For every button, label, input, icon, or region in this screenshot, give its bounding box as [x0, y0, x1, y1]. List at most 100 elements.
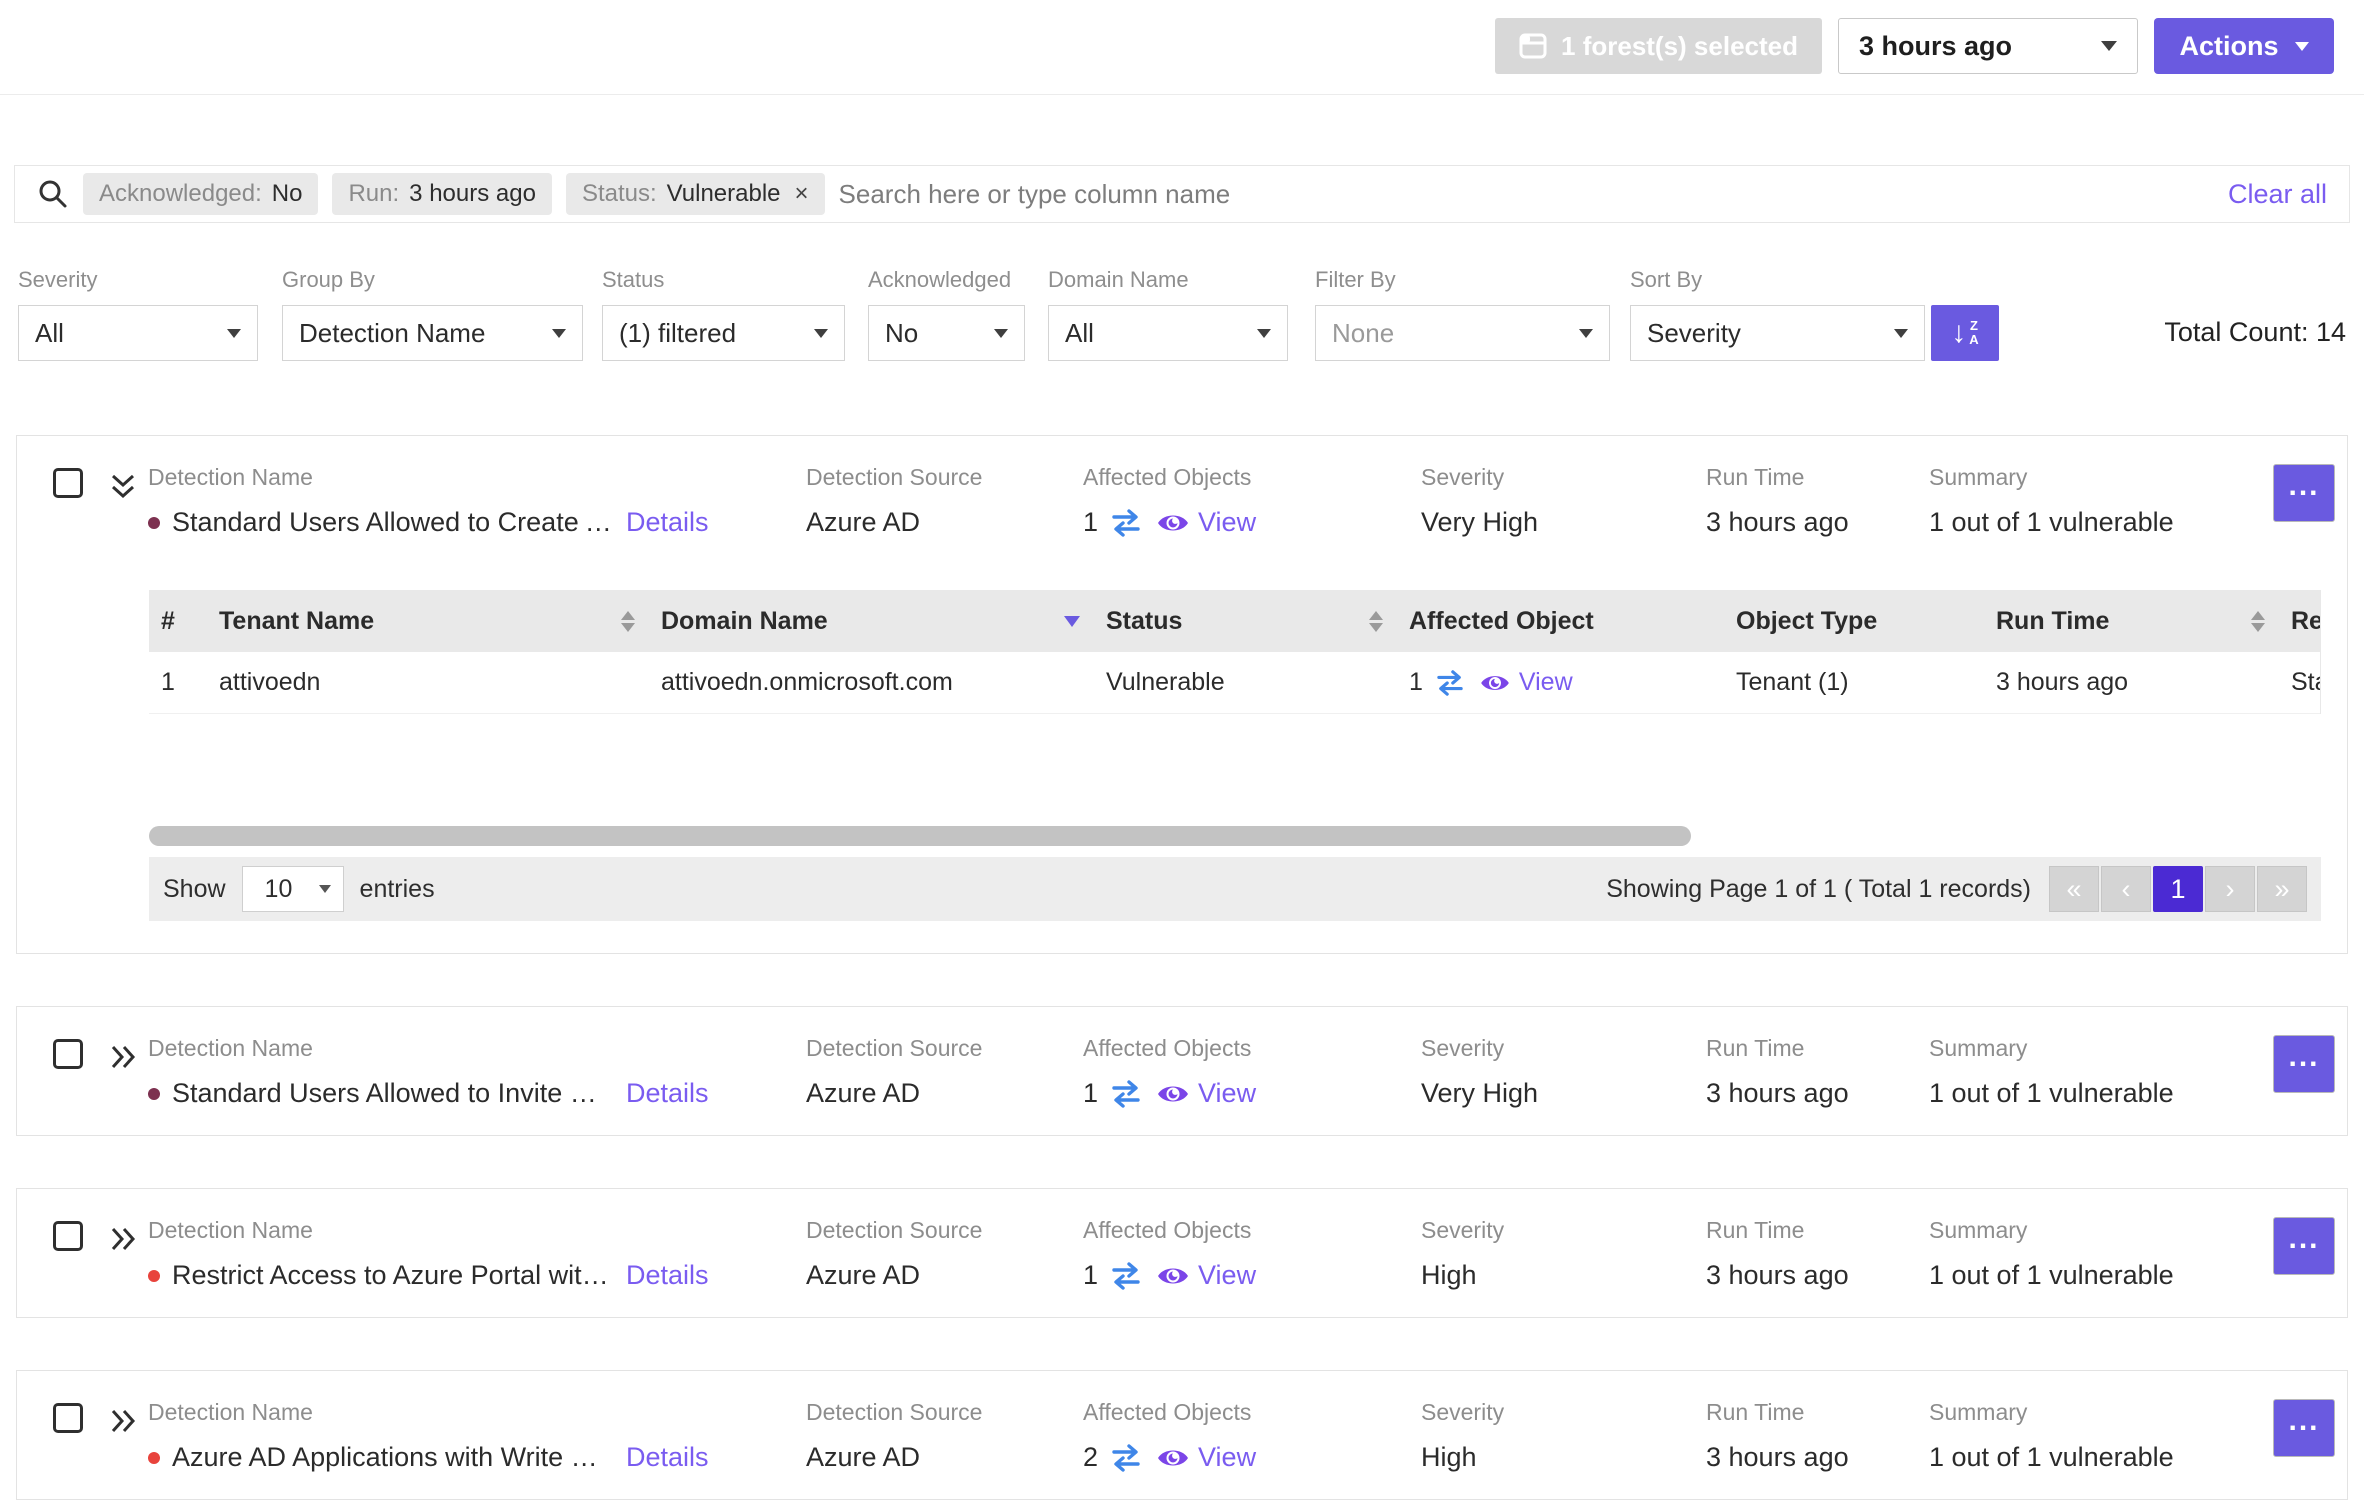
view-link[interactable]: View — [1198, 1442, 1256, 1473]
swap-arrows-icon[interactable] — [1110, 508, 1142, 537]
affected-count: 2 — [1083, 1442, 1099, 1472]
clear-all-link[interactable]: Clear all — [2228, 179, 2327, 210]
scrollbar-thumb[interactable] — [149, 826, 1692, 846]
chevron-down-icon — [2101, 41, 2117, 51]
cell-tenant-name: attivoedn — [207, 652, 649, 714]
horizontal-scrollbar[interactable] — [149, 826, 2321, 846]
chevron-down-icon — [994, 328, 1008, 338]
detection-card-4: Detection Name Azure AD Applications wit… — [16, 1370, 2348, 1500]
cell-affected-object: 1 View — [1397, 652, 1724, 714]
eye-icon[interactable] — [1156, 510, 1190, 536]
col-header-run-time[interactable]: Run Time — [1984, 590, 2279, 652]
affected-objects-label: Affected Objects — [1083, 1399, 1252, 1425]
filter-by-value: None — [1332, 317, 1395, 348]
actions-button[interactable]: Actions — [2154, 18, 2334, 74]
eye-icon[interactable] — [1156, 1263, 1190, 1289]
col-header-tenant-name[interactable]: Tenant Name — [207, 590, 649, 652]
actions-label: Actions — [2179, 30, 2279, 61]
acknowledged-dropdown[interactable]: No — [868, 305, 1025, 361]
severity-col: Severity High — [1421, 1399, 1706, 1473]
run-time-col: Run Time 3 hours ago — [1706, 1399, 1929, 1473]
close-icon[interactable]: × — [795, 180, 809, 208]
more-actions-button[interactable]: ... — [2273, 1035, 2335, 1093]
time-range-dropdown[interactable]: 3 hours ago — [1838, 18, 2138, 74]
affected-count: 1 — [1083, 1260, 1099, 1290]
page-1-button[interactable]: 1 — [2153, 866, 2203, 912]
chip-label: Acknowledged: — [99, 180, 262, 207]
summary-label: Summary — [1929, 1399, 2028, 1425]
sort-by-dropdown[interactable]: Severity — [1630, 305, 1925, 361]
detection-name-col: Detection Name Standard Users Allowed to… — [148, 1035, 806, 1109]
filter-by-dropdown[interactable]: None — [1315, 305, 1610, 361]
severity-value: Very High — [1421, 1078, 1539, 1108]
swap-arrows-icon[interactable] — [1110, 1443, 1142, 1472]
col-header-status[interactable]: Status — [1094, 590, 1397, 652]
view-link[interactable]: View — [1198, 1078, 1256, 1109]
severity-value: All — [35, 317, 64, 348]
group-by-value: Detection Name — [299, 317, 486, 348]
collapse-chevron-icon[interactable] — [105, 470, 141, 506]
group-by-dropdown[interactable]: Detection Name — [282, 305, 583, 361]
select-checkbox[interactable] — [53, 1221, 83, 1251]
filter-label: Acknowledged — [868, 267, 1012, 292]
more-actions-button[interactable]: ... — [2273, 1399, 2335, 1457]
search-icon — [39, 180, 67, 208]
sort-order-button[interactable]: ↓ Z A — [1931, 305, 1999, 361]
swap-arrows-icon[interactable] — [1435, 669, 1465, 696]
col-header-num[interactable]: # — [149, 590, 207, 652]
sort-updown-icon[interactable] — [621, 610, 635, 632]
details-link[interactable]: Details — [626, 507, 709, 538]
sort-updown-icon[interactable] — [1369, 610, 1383, 632]
status-dropdown[interactable]: (1) filtered — [602, 305, 845, 361]
filter-chip-acknowledged[interactable]: Acknowledged: No — [83, 173, 319, 215]
col-header-domain-name[interactable]: Domain Name — [649, 590, 1094, 652]
last-page-button[interactable]: » — [2257, 866, 2307, 912]
expand-chevron-icon[interactable] — [105, 1223, 141, 1259]
prev-page-button[interactable]: ‹ — [2101, 866, 2151, 912]
run-time-col: Run Time 3 hours ago — [1706, 1217, 1929, 1291]
more-actions-button[interactable]: ... — [2273, 464, 2335, 522]
more-actions-button[interactable]: ... — [2273, 1217, 2335, 1275]
next-page-button[interactable]: › — [2205, 866, 2255, 912]
filter-chip-run[interactable]: Run: 3 hours ago — [332, 173, 552, 215]
expand-chevron-icon[interactable] — [105, 1405, 141, 1441]
severity-dropdown[interactable]: All — [18, 305, 258, 361]
domain-name-dropdown[interactable]: All — [1048, 305, 1288, 361]
filter-chip-status[interactable]: Status: Vulnerable × — [565, 173, 825, 215]
sort-updown-icon[interactable] — [2251, 610, 2265, 632]
page-size-select[interactable]: 10 — [241, 866, 344, 912]
detection-card-1: Detection Name Standard Users Allowed to… — [16, 435, 2348, 954]
sort-za-icon: Z A — [1969, 319, 1978, 346]
run-time-value: 3 hours ago — [1706, 507, 1849, 537]
select-checkbox[interactable] — [53, 468, 83, 498]
forest-selected-button[interactable]: 1 forest(s) selected — [1495, 18, 1822, 74]
select-checkbox[interactable] — [53, 1403, 83, 1433]
swap-arrows-icon[interactable] — [1110, 1261, 1142, 1290]
severity-value: Very High — [1421, 507, 1539, 537]
detection-source-col: Detection Source Azure AD — [806, 1399, 1083, 1473]
search-input[interactable] — [838, 178, 2214, 210]
sort-arrow-icon: ↓ — [1951, 316, 1967, 349]
view-link[interactable]: View — [1198, 1260, 1256, 1291]
select-checkbox[interactable] — [53, 1039, 83, 1069]
expand-chevron-icon[interactable] — [105, 1041, 141, 1077]
view-link[interactable]: View — [1198, 507, 1256, 538]
first-page-button[interactable]: « — [2049, 866, 2099, 912]
filter-sort-by: Sort By Severity — [1630, 267, 1925, 361]
filter-label: Filter By — [1315, 267, 1396, 292]
eye-icon[interactable] — [1479, 671, 1511, 695]
view-link[interactable]: View — [1519, 668, 1573, 697]
swap-arrows-icon[interactable] — [1110, 1079, 1142, 1108]
eye-icon[interactable] — [1156, 1445, 1190, 1471]
col-header-object-type[interactable]: Object Type — [1724, 590, 1984, 652]
page-info: Showing Page 1 of 1 ( Total 1 records) — [1606, 874, 2031, 903]
col-header-reason[interactable]: Rea — [2279, 590, 2320, 652]
sort-desc-icon[interactable] — [1064, 615, 1080, 627]
summary-value: 1 out of 1 vulnerable — [1929, 1260, 2174, 1290]
details-link[interactable]: Details — [626, 1260, 709, 1291]
col-header-affected-object[interactable]: Affected Object — [1397, 590, 1724, 652]
details-link[interactable]: Details — [626, 1078, 709, 1109]
eye-icon[interactable] — [1156, 1081, 1190, 1107]
card-header: Detection Name Standard Users Allowed to… — [17, 436, 2347, 564]
details-link[interactable]: Details — [626, 1442, 709, 1473]
